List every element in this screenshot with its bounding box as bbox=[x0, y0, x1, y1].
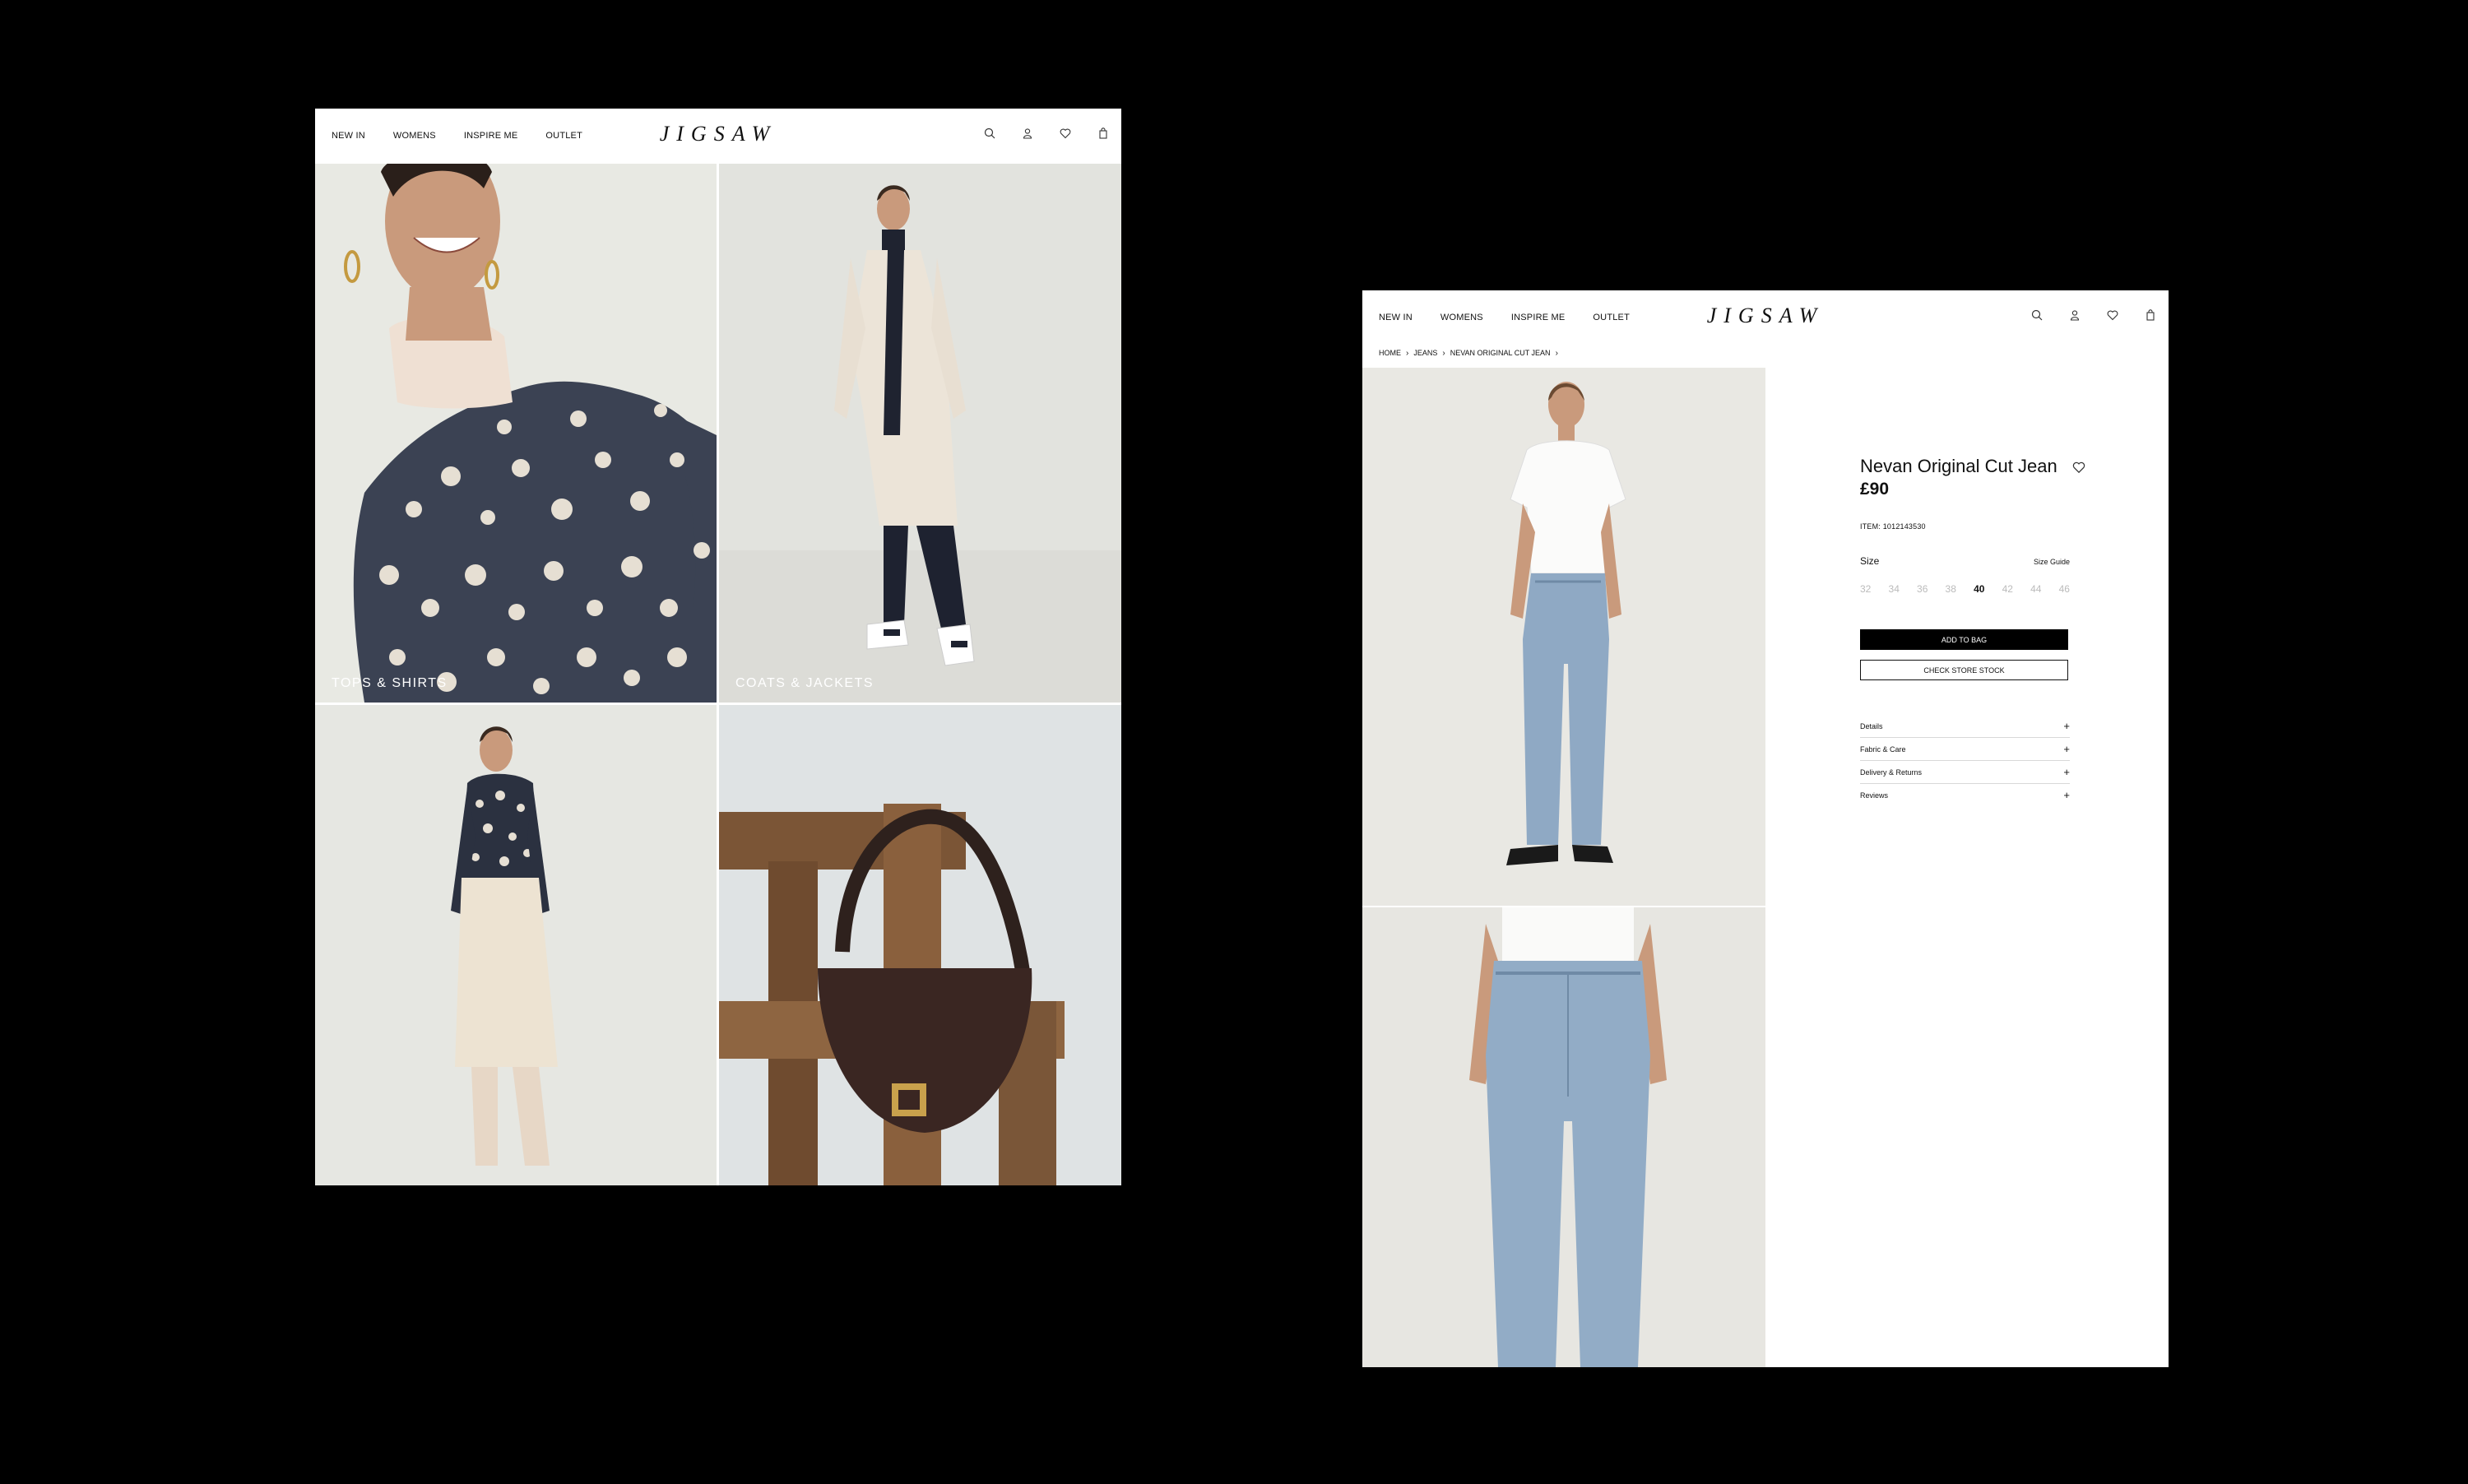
chevron-right-icon: › bbox=[1555, 348, 1558, 358]
plus-icon: + bbox=[2063, 766, 2070, 778]
plus-icon: + bbox=[2063, 789, 2070, 801]
size-option[interactable]: 38 bbox=[1946, 583, 1956, 595]
wishlist-heart-icon[interactable] bbox=[2106, 308, 2119, 322]
size-option[interactable]: 46 bbox=[2059, 583, 2070, 595]
wishlist-heart-icon[interactable] bbox=[1059, 127, 1072, 140]
breadcrumb-jeans[interactable]: JEANS bbox=[1413, 349, 1437, 357]
add-to-bag-button[interactable]: ADD TO BAG bbox=[1860, 629, 2068, 650]
check-store-stock-button[interactable]: CHECK STORE STOCK bbox=[1860, 660, 2068, 680]
wishlist-heart-icon[interactable] bbox=[2071, 460, 2086, 475]
size-option[interactable]: 34 bbox=[1889, 583, 1900, 595]
accordion-row[interactable]: Details + bbox=[1860, 715, 2070, 738]
plus-icon: + bbox=[2063, 720, 2070, 732]
size-header: Size Size Guide bbox=[1860, 555, 2070, 567]
category-tile-skirt-look[interactable] bbox=[315, 705, 717, 1185]
product-photo-closeup[interactable] bbox=[1362, 907, 1765, 1367]
size-option[interactable]: 40 bbox=[1974, 583, 1984, 595]
product-photo-jean-detail bbox=[1362, 907, 1765, 1367]
homepage-screen: NEW IN WOMENS INSPIRE ME OUTLET JIGSAW T… bbox=[315, 109, 1121, 1185]
tile-label-coats-jackets: COATS & JACKETS bbox=[735, 676, 874, 690]
header-icons bbox=[983, 127, 1110, 140]
size-option[interactable]: 44 bbox=[2030, 583, 2041, 595]
product-page-screen: NEW IN WOMENS INSPIRE ME OUTLET JIGSAW H… bbox=[1362, 290, 2169, 1367]
product-details-panel: Nevan Original Cut Jean £90 ITEM: 101214… bbox=[1860, 455, 2085, 806]
header-icons bbox=[2030, 308, 2157, 322]
coats-jackets-image bbox=[719, 164, 1121, 703]
breadcrumb: HOME › JEANS › NEVAN ORIGINAL CUT JEAN › bbox=[1379, 345, 1558, 361]
accordion-row[interactable]: Delivery & Returns + bbox=[1860, 761, 2070, 784]
product-photo-full-length bbox=[1362, 368, 1765, 906]
bag-icon[interactable] bbox=[2144, 308, 2157, 322]
product-info-accordion: Details + Fabric & Care + Delivery & Returns… bbox=[1860, 715, 2070, 806]
item-code: ITEM: 1012143530 bbox=[1860, 522, 1926, 531]
product-photo-main[interactable] bbox=[1362, 368, 1765, 906]
breadcrumb-home[interactable]: HOME bbox=[1379, 349, 1401, 357]
size-option[interactable]: 36 bbox=[1917, 583, 1928, 595]
chevron-right-icon: › bbox=[1406, 348, 1409, 358]
search-icon[interactable] bbox=[2030, 308, 2044, 322]
accordion-label: Reviews bbox=[1860, 791, 1889, 800]
accordion-label: Fabric & Care bbox=[1860, 744, 1906, 754]
account-icon[interactable] bbox=[1021, 127, 1034, 140]
accordion-row[interactable]: Fabric & Care + bbox=[1860, 738, 2070, 761]
accordion-label: Delivery & Returns bbox=[1860, 768, 1923, 777]
size-option[interactable]: 42 bbox=[2002, 583, 2013, 595]
tops-shirts-image bbox=[315, 164, 717, 703]
handbag-image bbox=[719, 705, 1121, 1185]
category-tile-bags[interactable] bbox=[719, 705, 1121, 1185]
accordion-label: Details bbox=[1860, 721, 1883, 730]
chevron-right-icon: › bbox=[1442, 348, 1445, 358]
product-name: Nevan Original Cut Jean bbox=[1860, 456, 2057, 476]
category-tile-coats-jackets[interactable]: COATS & JACKETS bbox=[719, 164, 1121, 703]
size-selector: 32 34 36 38 40 42 44 46 bbox=[1860, 583, 2070, 595]
skirt-look-image bbox=[315, 705, 717, 1185]
size-guide-link[interactable]: Size Guide bbox=[2034, 558, 2070, 566]
accordion-row[interactable]: Reviews + bbox=[1860, 784, 2070, 806]
bag-icon[interactable] bbox=[1097, 127, 1110, 140]
product-price: £90 bbox=[1860, 480, 1890, 499]
size-label: Size bbox=[1860, 555, 1880, 567]
breadcrumb-current[interactable]: NEVAN ORIGINAL CUT JEAN bbox=[1450, 349, 1551, 357]
category-tile-tops-shirts[interactable]: TOPS & SHIRTS bbox=[315, 164, 717, 703]
site-header: NEW IN WOMENS INSPIRE ME OUTLET JIGSAW bbox=[315, 109, 1121, 163]
tile-label-tops-shirts: TOPS & SHIRTS bbox=[332, 676, 448, 690]
site-header: NEW IN WOMENS INSPIRE ME OUTLET JIGSAW bbox=[1362, 290, 2169, 345]
account-icon[interactable] bbox=[2068, 308, 2081, 322]
plus-icon: + bbox=[2063, 743, 2070, 755]
search-icon[interactable] bbox=[983, 127, 996, 140]
size-option[interactable]: 32 bbox=[1860, 583, 1871, 595]
